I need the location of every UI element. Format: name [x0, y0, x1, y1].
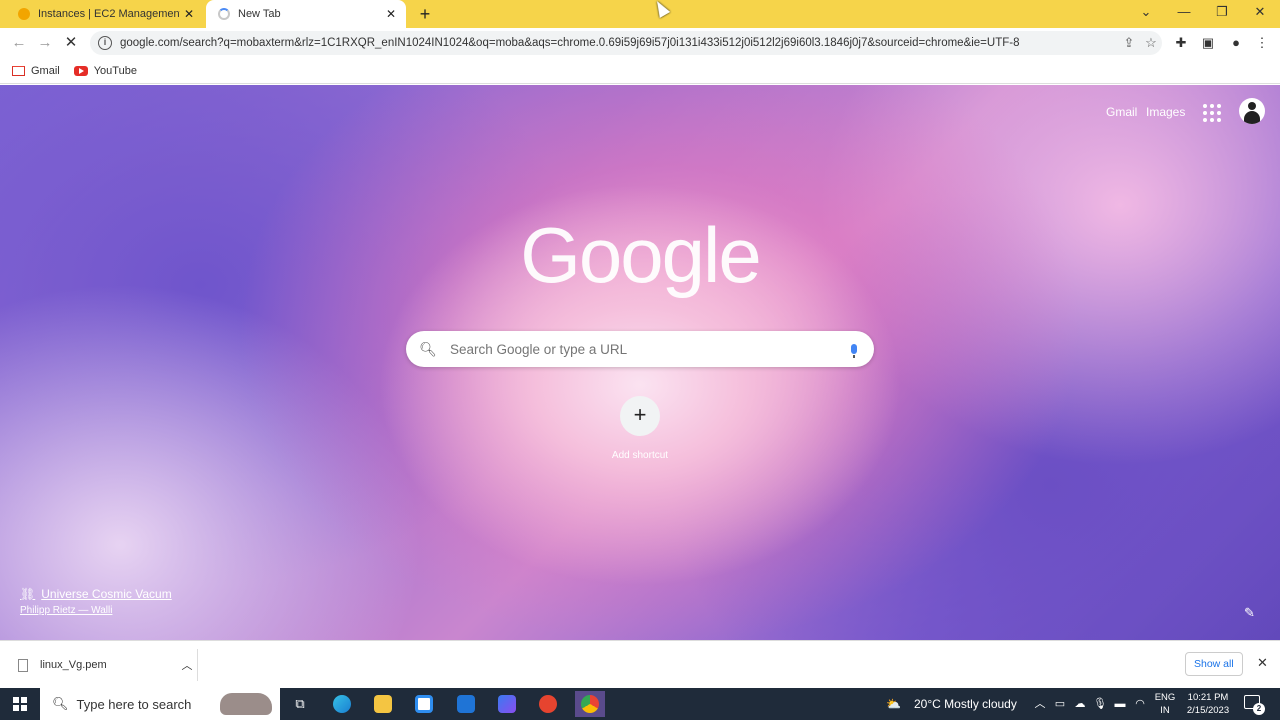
tab-close-icon[interactable]: ✕ — [382, 7, 400, 21]
bookmarks-bar: Gmail YouTube — [0, 58, 1280, 84]
search-input[interactable] — [450, 341, 834, 357]
microphone-icon[interactable]: 🎙︎ — [1093, 697, 1107, 711]
media-player-icon[interactable] — [492, 691, 522, 717]
mail-icon[interactable] — [451, 691, 481, 717]
search-icon: 🔍︎ — [419, 340, 437, 357]
onedrive-icon[interactable]: ☁ — [1073, 697, 1087, 711]
clock-time: 10:21 PM — [1187, 692, 1229, 703]
images-link[interactable]: Images — [1146, 105, 1185, 119]
clock[interactable]: 10:21 PM 2/15/2023 — [1182, 691, 1234, 717]
background-credit-link[interactable]: Philipp Rietz — Walli — [20, 605, 112, 616]
info-icon[interactable]: i — [98, 36, 112, 50]
search-highlight-image — [220, 693, 272, 715]
bookmark-label: YouTube — [93, 64, 137, 77]
voice-search-icon[interactable] — [834, 344, 874, 358]
weather-icon[interactable]: ⛅ — [886, 688, 901, 720]
meet-icon[interactable]: ▭ — [1053, 697, 1067, 711]
add-shortcut-button[interactable]: + — [620, 396, 660, 436]
gmail-link[interactable]: Gmail — [1106, 105, 1137, 119]
title-bar: Instances | EC2 Management Console ✕ New… — [0, 0, 1280, 28]
download-item[interactable]: linux_Vg.pem ︿ — [12, 649, 198, 681]
tab-search-button[interactable]: ⌄ — [1127, 0, 1165, 26]
app-red-icon[interactable] — [533, 691, 563, 717]
tab-title: Instances | EC2 Management Console — [38, 8, 180, 20]
aws-favicon-icon — [18, 8, 30, 20]
language-indicator[interactable]: ENG IN — [1153, 691, 1177, 717]
bookmark-gmail[interactable]: Gmail — [12, 65, 60, 77]
google-logo: Google — [520, 211, 762, 299]
notification-icon[interactable]: 2 — [1244, 695, 1265, 715]
weather-text[interactable]: 20°C Mostly cloudy — [914, 688, 1017, 720]
show-all-button[interactable]: Show all — [1185, 652, 1243, 676]
loading-favicon-icon — [218, 8, 230, 20]
battery-icon[interactable]: ▬ — [1113, 697, 1127, 711]
address-bar[interactable]: i google.com/search?q=mobaxterm&rlz=1C1R… — [90, 31, 1162, 55]
edge-icon[interactable] — [327, 691, 357, 717]
search-box[interactable]: 🔍︎ — [406, 331, 874, 367]
star-icon[interactable]: ☆ — [1140, 35, 1162, 51]
youtube-icon — [73, 65, 88, 76]
background-title-link[interactable]: ⛓ Universe Cosmic Vacum — [20, 587, 172, 601]
bookmark-youtube[interactable]: YouTube — [73, 64, 137, 77]
store-icon[interactable] — [409, 691, 439, 717]
windows-taskbar: 🔍︎ Type here to search ⧉ ⛅ 20°C Mostly c… — [0, 688, 1280, 720]
browser-toolbar: ← → ✕ i google.com/search?q=mobaxterm&rl… — [0, 28, 1280, 58]
file-explorer-icon[interactable] — [368, 691, 398, 717]
tab-close-icon[interactable]: ✕ — [180, 7, 198, 21]
notification-count: 2 — [1253, 703, 1265, 715]
taskbar-search[interactable]: 🔍︎ Type here to search — [40, 688, 280, 720]
back-icon[interactable]: ← — [8, 32, 30, 54]
sidepanel-icon[interactable]: ▣ — [1198, 33, 1218, 53]
download-file-name: linux_Vg.pem — [40, 659, 107, 671]
address-url[interactable]: google.com/search?q=mobaxterm&rlz=1C1RXQ… — [120, 37, 1118, 49]
maximize-button[interactable]: ❐ — [1203, 0, 1241, 26]
chevron-up-icon[interactable]: ︿ — [177, 657, 197, 673]
windows-logo-icon — [13, 697, 27, 711]
gmail-icon — [12, 65, 25, 76]
tab-title: New Tab — [238, 8, 281, 20]
add-shortcut-label: Add shortcut — [611, 450, 669, 461]
close-download-bar-icon[interactable]: ✕ — [1257, 655, 1268, 671]
profile-icon[interactable]: ● — [1226, 33, 1246, 53]
customize-pencil-icon[interactable]: ✎ — [1244, 605, 1255, 621]
forward-icon[interactable]: → — [34, 32, 56, 54]
new-tab-page: Gmail Images Google 🔍︎ + Add shortcut ⛓ … — [0, 85, 1280, 640]
tab-ec2-instances[interactable]: Instances | EC2 Management Console ✕ — [8, 0, 204, 28]
mouse-cursor-icon — [651, 0, 671, 18]
close-window-button[interactable]: ✕ — [1241, 0, 1279, 26]
wifi-icon[interactable]: ◠ — [1133, 697, 1147, 711]
google-apps-icon[interactable] — [1203, 104, 1221, 122]
new-tab-button[interactable]: + — [414, 3, 436, 25]
loading-icon[interactable]: ✕ — [60, 32, 82, 54]
menu-icon[interactable]: ⋮ — [1252, 33, 1272, 53]
extensions-icon[interactable]: ✚ — [1171, 33, 1191, 53]
bookmark-label: Gmail — [31, 64, 60, 77]
chevron-up-icon[interactable]: ︿ — [1033, 697, 1047, 711]
account-avatar[interactable] — [1239, 98, 1265, 124]
link-icon: ⛓ — [20, 587, 36, 601]
file-icon — [18, 658, 28, 672]
chrome-icon[interactable] — [575, 691, 605, 717]
share-icon[interactable]: ⇪ — [1118, 35, 1140, 51]
tab-new-tab[interactable]: New Tab ✕ — [206, 0, 406, 28]
clock-date: 2/15/2023 — [1186, 705, 1230, 716]
search-icon: 🔍︎ — [52, 696, 69, 711]
task-view-icon[interactable]: ⧉ — [285, 691, 315, 717]
minimize-button[interactable]: — — [1165, 0, 1203, 26]
taskbar-search-text: Type here to search — [76, 696, 192, 712]
background-title: Universe Cosmic Vacum — [41, 587, 172, 601]
start-button[interactable] — [0, 688, 40, 720]
download-bar: linux_Vg.pem ︿ Show all ✕ — [0, 640, 1280, 688]
